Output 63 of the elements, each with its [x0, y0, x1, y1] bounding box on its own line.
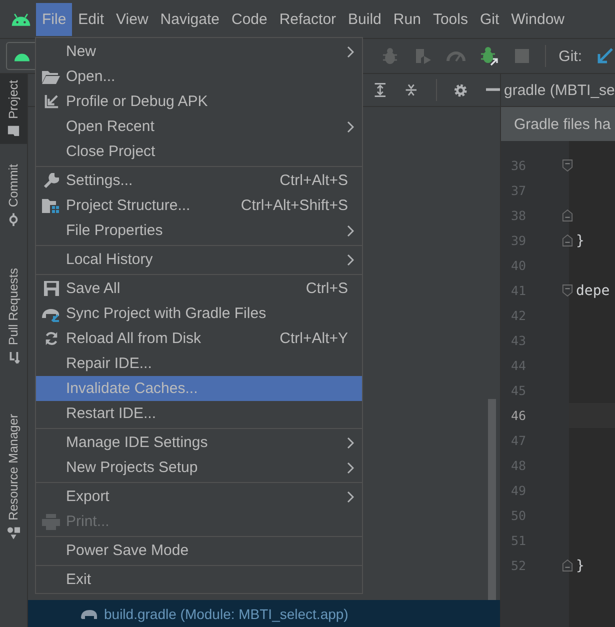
fold-marker-icon[interactable] [562, 559, 573, 572]
printer-icon [42, 514, 60, 530]
menu-item[interactable]: Profile or Debug APK [36, 89, 362, 114]
menu-item[interactable]: Open... [36, 64, 362, 89]
menu-bar-item[interactable]: Edit [72, 2, 110, 36]
tool-window-tab[interactable]: Project [0, 74, 27, 144]
menu-item[interactable]: Reload All from Disk Ctrl+Alt+Y [36, 326, 362, 351]
fold-marker-icon[interactable] [562, 284, 573, 297]
fold-marker-icon[interactable] [562, 159, 573, 172]
menu-item[interactable]: Exit [36, 567, 362, 592]
minimize-icon[interactable] [486, 88, 500, 92]
git-label: Git: [558, 48, 582, 64]
menu-item[interactable]: Close Project [36, 139, 362, 164]
menu-bar-item[interactable]: Navigate [154, 2, 226, 36]
menu-item[interactable]: Project Structure... Ctrl+Alt+Shift+S [36, 193, 362, 218]
scrollbar-thumb[interactable] [488, 399, 496, 600]
menu-item[interactable]: Open Recent [36, 114, 362, 139]
menu-bar-item[interactable]: View [110, 2, 154, 36]
menu-bar-item[interactable]: Window [505, 2, 570, 36]
folder-icon [42, 70, 60, 84]
menu-bar-item[interactable]: Git [474, 2, 506, 36]
tool-window-tab[interactable]: Commit [0, 158, 27, 232]
folder-grid-icon [42, 198, 60, 212]
tool-window-icon [7, 124, 20, 138]
line-number: 46 [510, 408, 528, 423]
reload-icon [44, 331, 58, 346]
menu-bar-item[interactable]: Build [342, 2, 388, 36]
settings-icon[interactable] [453, 82, 469, 98]
android-logo-icon [10, 12, 32, 26]
menu-item[interactable]: Repair IDE... [36, 351, 362, 376]
menu-item[interactable]: Manage IDE Settings [36, 430, 362, 455]
tool-window-icon [7, 351, 20, 364]
menu-item[interactable]: Power Save Mode [36, 538, 362, 563]
menu-item[interactable]: Restart IDE... [36, 401, 362, 426]
tool-window-tab[interactable]: Resource Manager [0, 408, 27, 546]
menu-item[interactable]: Sync Project with Gradle Files [36, 301, 362, 326]
menu-item[interactable]: New Projects Setup [36, 455, 362, 480]
menu-item[interactable]: Settings... Ctrl+Alt+S [36, 168, 362, 193]
code-text: depe [575, 282, 610, 298]
tool-window-icon [7, 212, 20, 226]
menu-bar-item[interactable]: Run [387, 2, 427, 36]
tool-window-icon [7, 526, 20, 540]
expand-all-icon[interactable] [373, 82, 388, 98]
wrench-icon [43, 172, 59, 188]
menu-item[interactable]: Local History [36, 247, 362, 272]
fold-marker-icon[interactable] [562, 209, 573, 222]
menu-bar-item[interactable]: Tools [426, 2, 474, 36]
menu-bar-item[interactable]: Refactor [273, 2, 342, 36]
menu-item[interactable]: Export [36, 484, 362, 509]
update-arrow-icon[interactable] [595, 46, 615, 66]
fold-marker-icon[interactable] [562, 234, 573, 247]
menu-item[interactable]: File Properties [36, 218, 362, 243]
tool-window-tab[interactable]: Pull Requests [0, 262, 27, 370]
code-text: } [575, 558, 584, 574]
notification-banner: Gradle files ha [501, 107, 615, 141]
menu-item[interactable]: Save All Ctrl+S [36, 276, 362, 301]
menu-item[interactable]: New [36, 39, 362, 64]
collapse-all-icon[interactable] [404, 82, 419, 98]
menu-bar-item[interactable]: Code [225, 2, 274, 36]
tree-row[interactable]: build.gradle (Module: MBTI_select.app) [28, 600, 500, 627]
attach-debugger-icon[interactable] [478, 46, 499, 66]
code-text: } [575, 232, 584, 248]
arrow-into-corner-icon [44, 94, 58, 109]
